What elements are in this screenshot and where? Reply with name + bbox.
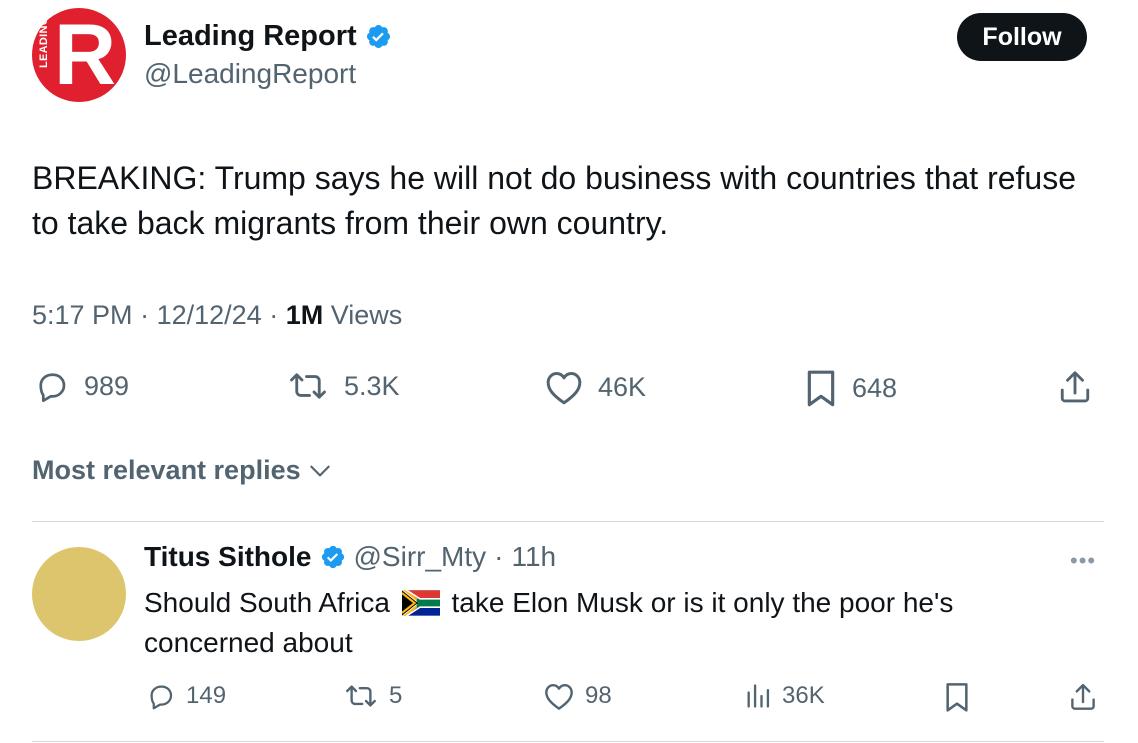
author-avatar[interactable]: R LEADING <box>32 8 126 102</box>
reply-author-name[interactable]: Titus Sithole <box>144 541 312 573</box>
tweet-time[interactable]: 5:17 PM <box>32 300 133 330</box>
bookmark-icon <box>807 370 835 407</box>
south-africa-flag-icon <box>401 590 440 616</box>
logo-text: LEADING <box>38 14 50 70</box>
like-icon <box>545 684 573 710</box>
bookmark-action[interactable]: 648 <box>804 368 897 408</box>
repost-count: 5.3K <box>344 370 400 401</box>
share-icon <box>1071 683 1095 710</box>
reply-bookmark-action[interactable] <box>943 681 971 713</box>
repost-icon <box>346 685 376 707</box>
share-icon <box>1060 371 1090 403</box>
tweet-date[interactable]: 12/12/24 <box>157 300 262 330</box>
reply-reply-action[interactable]: 149 <box>146 681 226 711</box>
meta-separator: · <box>140 300 157 330</box>
reply-count: 989 <box>84 370 130 401</box>
tweet-text: BREAKING: Trump says he will not do busi… <box>32 160 1077 241</box>
reply-header: Titus Sithole @Sirr_Mty · 11h <box>144 541 556 573</box>
reply-reply-count: 149 <box>186 682 227 709</box>
reply-author-handle[interactable]: @Sirr_Mty <box>354 541 487 573</box>
reply-text: Should South Africa take Elon Musk or is… <box>144 583 1044 663</box>
author-name-row[interactable]: Leading Report <box>144 20 392 53</box>
share-action[interactable] <box>1057 368 1093 406</box>
verified-badge-icon <box>366 24 390 49</box>
author-name[interactable]: Leading Report <box>144 20 357 53</box>
reply-views-action[interactable]: 36K <box>744 681 825 711</box>
tweet-meta: 5:17 PM · 12/12/24 · 1M Views <box>32 300 402 331</box>
divider <box>32 521 1104 522</box>
like-action[interactable]: 46K <box>544 368 646 406</box>
more-icon[interactable]: ••• <box>1070 548 1096 574</box>
logo-letter: R <box>54 8 117 102</box>
reply-icon <box>150 685 173 710</box>
repost-action[interactable]: 5.3K <box>286 368 400 404</box>
reply-like-action[interactable]: 98 <box>543 681 612 711</box>
replies-filter-label: Most relevant replies <box>32 455 301 485</box>
reply-icon <box>39 373 66 403</box>
divider <box>32 741 1104 742</box>
reply-repost-action[interactable]: 5 <box>343 681 402 711</box>
bookmark-count: 648 <box>852 372 898 403</box>
reply-text-start: Should South Africa <box>144 587 390 618</box>
author-handle[interactable]: @LeadingReport <box>144 58 356 90</box>
meta-separator: · <box>494 541 504 572</box>
reply-like-count: 98 <box>585 682 612 709</box>
reply-repost-count: 5 <box>389 682 403 709</box>
repost-icon <box>290 373 326 399</box>
reply-avatar[interactable] <box>32 547 126 641</box>
like-count: 46K <box>598 371 647 402</box>
views-icon <box>747 684 770 708</box>
meta-separator: · <box>269 300 286 330</box>
reply-views-count: 36K <box>782 682 825 709</box>
bookmark-icon <box>946 683 968 712</box>
reply-action[interactable]: 989 <box>34 368 129 404</box>
chevron-down-icon <box>309 465 330 476</box>
reply-share-action[interactable] <box>1068 681 1098 713</box>
views-label: Views <box>330 300 403 330</box>
like-icon <box>546 372 582 405</box>
verified-badge-icon <box>321 545 344 569</box>
views-count: 1M <box>285 300 324 330</box>
reply-age[interactable]: 11h <box>511 541 556 573</box>
replies-filter[interactable]: Most relevant replies <box>32 455 333 486</box>
follow-button[interactable]: Follow <box>957 13 1087 61</box>
